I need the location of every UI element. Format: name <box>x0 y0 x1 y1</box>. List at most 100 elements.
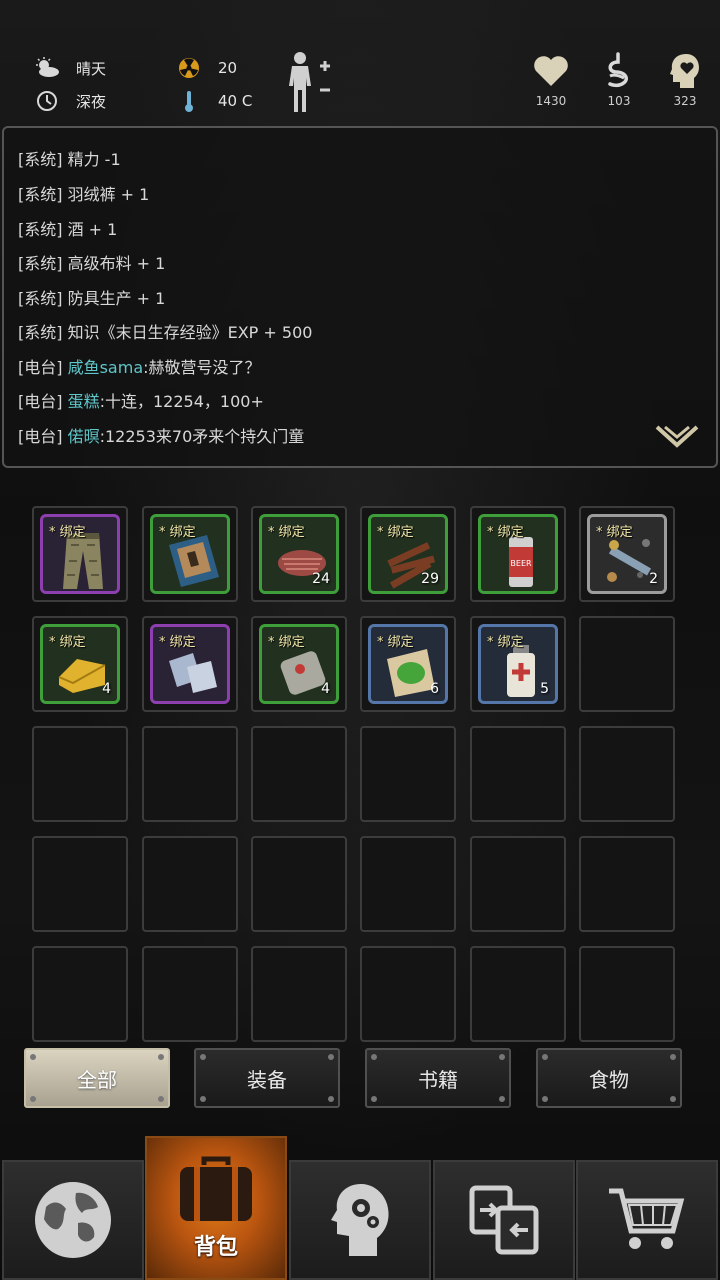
inventory-slot-empty[interactable] <box>142 726 238 822</box>
bound-tag: * 绑定 <box>49 525 86 540</box>
inventory-slot-empty[interactable] <box>32 946 128 1042</box>
thermometer-icon <box>176 88 202 114</box>
filter-label: 食物 <box>589 1067 629 1092</box>
body-status-button[interactable] <box>284 50 336 114</box>
log-line: [电台] 咸鱼sama:赫敬营号没了？ <box>18 354 261 378</box>
suitcase-icon <box>180 1156 252 1221</box>
log-channel: [系统] <box>18 220 63 239</box>
inventory-slot-empty[interactable] <box>142 836 238 932</box>
inventory-slot-empty[interactable] <box>360 726 456 822</box>
inventory-slot-herb[interactable]: * 绑定 6 <box>360 616 456 712</box>
log-text: 防具生产 + 1 <box>67 289 166 308</box>
filter-food-button[interactable]: 食物 <box>536 1048 682 1108</box>
inventory-slot-empty[interactable] <box>579 836 675 932</box>
expand-log-button[interactable] <box>654 424 700 452</box>
inventory-slot-empty[interactable] <box>360 836 456 932</box>
temperature-status: 40 C <box>176 88 252 114</box>
item-quantity: 5 <box>540 681 549 697</box>
inventory-slot-canned-food[interactable]: * 绑定 4 <box>251 616 347 712</box>
beer-can-icon: BEER <box>509 537 533 587</box>
nav-skills[interactable] <box>289 1160 431 1280</box>
inventory-slot-cloth[interactable]: * 绑定 <box>142 616 238 712</box>
inventory-slot-empty[interactable] <box>579 946 675 1042</box>
log-sender[interactable]: 蛋糕 <box>68 392 100 411</box>
book-icon <box>169 535 219 587</box>
inventory-slot-empty[interactable] <box>32 836 128 932</box>
inventory-slot-empty[interactable] <box>142 946 238 1042</box>
log-channel: [系统] <box>18 150 63 169</box>
inventory-slot-cheese[interactable]: * 绑定 4 <box>32 616 128 712</box>
bound-tag: * 绑定 <box>159 635 196 650</box>
radiation-status: 20 <box>176 55 237 81</box>
filter-equipment-button[interactable]: 装备 <box>194 1048 340 1108</box>
log-text: :赫敬营号没了？ <box>143 358 261 377</box>
nav-trade[interactable] <box>433 1160 575 1280</box>
weather-value: 晴天 <box>76 59 107 78</box>
head-heart-icon <box>670 54 699 88</box>
inventory-slot-beer[interactable]: * 绑定 BEER <box>470 506 566 602</box>
health-value: 1430 <box>535 94 567 108</box>
item-quantity: 2 <box>649 571 658 587</box>
inventory-slot-empty[interactable] <box>360 946 456 1042</box>
log-line: [系统] 精力 -1 <box>18 146 121 170</box>
nav-backpack[interactable]: 背包 <box>145 1136 287 1280</box>
filter-books-button[interactable]: 书籍 <box>365 1048 511 1108</box>
inventory-slot-meat[interactable]: * 绑定 24 <box>251 506 347 602</box>
inventory-slot-empty[interactable] <box>251 946 347 1042</box>
inventory-slot-empty[interactable] <box>251 726 347 822</box>
item-quantity: 29 <box>421 571 439 587</box>
inventory-slot-pants[interactable]: * 绑定 <box>32 506 128 602</box>
weather-icon <box>34 55 60 81</box>
heart-icon <box>534 56 568 86</box>
time-status: 深夜 <box>34 88 106 114</box>
log-text: 高级布料 + 1 <box>67 254 166 273</box>
inventory-slot-empty[interactable] <box>470 726 566 822</box>
log-channel: [电台] <box>18 427 63 446</box>
bound-tag: * 绑定 <box>49 635 86 650</box>
temperature-value: 40 C <box>218 92 253 110</box>
log-sender[interactable]: 咸鱼sama <box>68 358 144 377</box>
bottom-nav: 背包 <box>0 1136 720 1280</box>
bound-tag: * 绑定 <box>487 525 524 540</box>
weather-status: 晴天 <box>34 55 106 81</box>
inventory-slot-empty[interactable] <box>470 946 566 1042</box>
inventory-slot-jerky[interactable]: * 绑定 29 <box>360 506 456 602</box>
mind-value: 323 <box>673 94 697 108</box>
inventory-slot-scrap[interactable]: * 绑定 2 <box>579 506 675 602</box>
log-text: 精力 -1 <box>67 150 121 169</box>
pants-icon <box>63 533 103 589</box>
inventory-slot-empty[interactable] <box>579 726 675 822</box>
bound-tag: * 绑定 <box>268 635 305 650</box>
inventory-slot-empty[interactable] <box>32 726 128 822</box>
double-chevron-down-icon <box>655 425 699 448</box>
bound-tag: * 绑定 <box>487 635 524 650</box>
log-channel: [系统] <box>18 289 63 308</box>
filter-all-button[interactable]: 全部 <box>24 1048 170 1108</box>
nav-map[interactable] <box>2 1160 144 1280</box>
inventory-slot-medicine[interactable]: * 绑定 5 <box>470 616 566 712</box>
bound-tag: * 绑定 <box>596 525 633 540</box>
log-channel: [系统] <box>18 185 63 204</box>
log-text: :十连，12254，100+ <box>99 392 264 411</box>
log-channel: [电台] <box>18 358 63 377</box>
item-quantity: 24 <box>312 571 330 587</box>
inventory-slot-empty[interactable] <box>579 616 675 712</box>
log-text: 酒 + 1 <box>67 220 118 239</box>
body-icon <box>289 52 330 112</box>
inventory-slot-book[interactable]: * 绑定 <box>142 506 238 602</box>
inventory-slot-empty[interactable] <box>470 836 566 932</box>
log-channel: [系统] <box>18 254 63 273</box>
bound-tag: * 绑定 <box>377 635 414 650</box>
stomach-icon <box>608 52 628 88</box>
log-text: 知识《末日生存经验》EXP + 500 <box>67 323 313 342</box>
log-text: :12253来70矛来个持久门童 <box>99 427 305 446</box>
log-line: [电台] 偌暝:12253来70矛来个持久门童 <box>18 423 304 447</box>
bound-tag: * 绑定 <box>268 525 305 540</box>
nav-shop[interactable] <box>576 1160 718 1280</box>
message-log[interactable]: [系统] 精力 -1 [系统] 羽绒裤 + 1 [系统] 酒 + 1 [系统] … <box>2 126 718 468</box>
item-quantity: 4 <box>321 681 330 697</box>
inventory-slot-empty[interactable] <box>251 836 347 932</box>
log-sender[interactable]: 偌暝 <box>68 427 100 446</box>
health-stat: 1430 <box>521 50 581 108</box>
globe-icon <box>35 1182 111 1258</box>
